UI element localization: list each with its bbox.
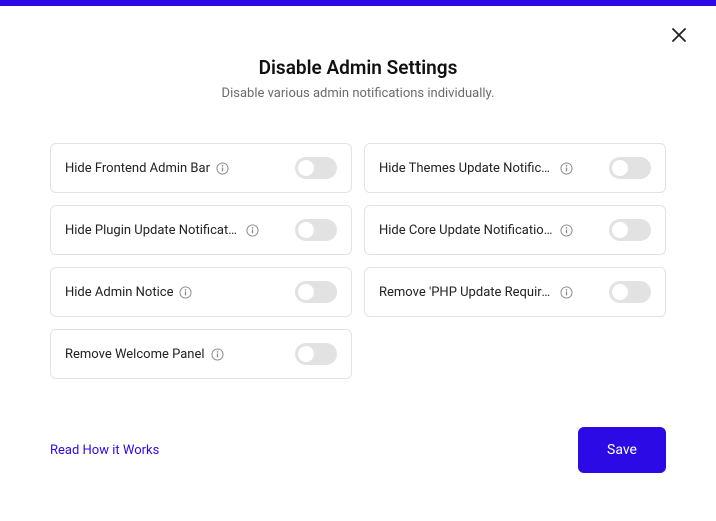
toggle-switch[interactable] — [609, 219, 651, 241]
top-accent-bar — [0, 0, 716, 6]
info-icon[interactable] — [211, 348, 224, 361]
setting-hide-core-update: Hide Core Update Notifications — [364, 205, 666, 255]
setting-remove-welcome-panel: Remove Welcome Panel — [50, 329, 352, 379]
setting-label-wrap: Hide Themes Update Notifications — [379, 161, 609, 176]
toggle-knob — [298, 284, 314, 300]
setting-label-wrap: Hide Frontend Admin Bar — [65, 161, 295, 176]
setting-remove-php-update: Remove 'PHP Update Required' Dashboard W… — [364, 267, 666, 317]
setting-hide-plugin-update: Hide Plugin Update Notifications — [50, 205, 352, 255]
setting-label-wrap: Remove 'PHP Update Required' Dashboard W… — [379, 285, 609, 300]
page-title: Disable Admin Settings — [0, 56, 716, 79]
toggle-knob — [612, 160, 628, 176]
setting-label: Hide Themes Update Notifications — [379, 161, 554, 176]
save-button[interactable]: Save — [578, 427, 666, 473]
info-icon[interactable] — [560, 162, 573, 175]
setting-label: Hide Core Update Notifications — [379, 223, 554, 238]
info-icon[interactable] — [179, 286, 192, 299]
toggle-switch[interactable] — [295, 281, 337, 303]
setting-hide-themes-update: Hide Themes Update Notifications — [364, 143, 666, 193]
setting-hide-frontend-admin-bar: Hide Frontend Admin Bar — [50, 143, 352, 193]
info-icon[interactable] — [560, 286, 573, 299]
setting-label-wrap: Hide Plugin Update Notifications — [65, 223, 295, 238]
header: Disable Admin Settings Disable various a… — [0, 56, 716, 101]
info-icon[interactable] — [216, 162, 229, 175]
toggle-knob — [298, 160, 314, 176]
toggle-switch[interactable] — [609, 157, 651, 179]
info-icon[interactable] — [560, 224, 573, 237]
toggle-switch[interactable] — [295, 219, 337, 241]
toggle-knob — [612, 284, 628, 300]
setting-label-wrap: Hide Admin Notice — [65, 285, 295, 300]
toggle-switch[interactable] — [295, 157, 337, 179]
setting-label-wrap: Hide Core Update Notifications — [379, 223, 609, 238]
setting-hide-admin-notice: Hide Admin Notice — [50, 267, 352, 317]
page-subtitle: Disable various admin notifications indi… — [0, 86, 716, 101]
setting-label: Hide Plugin Update Notifications — [65, 223, 240, 238]
toggle-switch[interactable] — [609, 281, 651, 303]
toggle-knob — [298, 222, 314, 238]
setting-label: Remove Welcome Panel — [65, 347, 205, 362]
toggle-switch[interactable] — [295, 343, 337, 365]
settings-grid: Hide Frontend Admin Bar Hide Themes Upda… — [0, 143, 716, 379]
toggle-knob — [612, 222, 628, 238]
setting-label: Hide Frontend Admin Bar — [65, 161, 210, 176]
setting-label: Remove 'PHP Update Required' Dashboard W… — [379, 285, 554, 300]
close-button[interactable] — [672, 28, 686, 42]
setting-label: Hide Admin Notice — [65, 285, 173, 300]
read-how-it-works-link[interactable]: Read How it Works — [50, 443, 159, 458]
toggle-knob — [298, 346, 314, 362]
close-icon — [672, 28, 686, 42]
footer: Read How it Works Save — [50, 427, 666, 473]
info-icon[interactable] — [246, 224, 259, 237]
setting-label-wrap: Remove Welcome Panel — [65, 347, 295, 362]
